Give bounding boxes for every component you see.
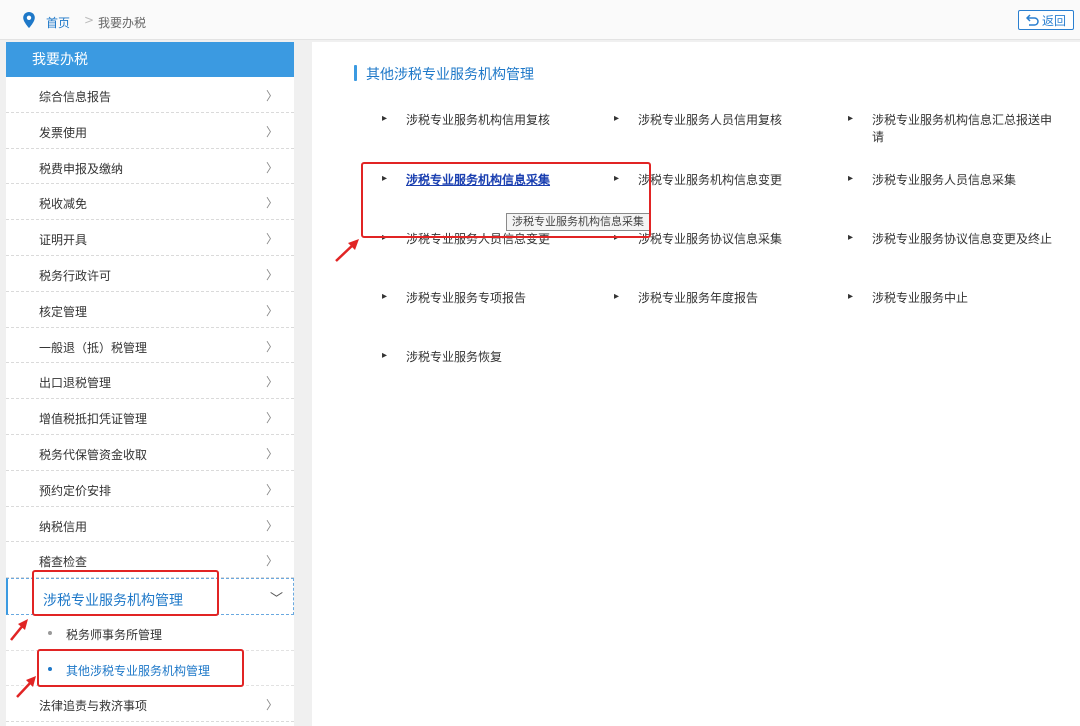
chevron-right-icon: 〉 xyxy=(265,160,278,175)
chevron-right-icon: 〉 xyxy=(265,339,278,354)
sidebar-item[interactable]: 综合信息报告 〉 xyxy=(6,77,294,113)
sidebar-item-label: 增值税抵扣凭证管理 xyxy=(39,412,148,427)
top-bar: 首页 > 我要办税 返回 xyxy=(0,0,1080,40)
chevron-right-icon: 〉 xyxy=(265,375,278,390)
back-button[interactable]: 返回 xyxy=(1018,10,1074,30)
sidebar-item-label: 法律追责与救济事项 xyxy=(39,699,148,714)
sidebar-subitem-label: 其他涉税专业服务机构管理 xyxy=(66,663,211,678)
main-content: 其他涉税专业服务机构管理 ▸ 涉税专业服务机构信用复核 ▸ 涉税专业服务人员信用复核… xyxy=(312,42,1080,726)
arrow-bullet-icon: ▸ xyxy=(614,291,620,302)
chevron-right-icon: 〉 xyxy=(265,446,278,461)
sidebar-item-label: 一般退（抵）税管理 xyxy=(39,340,148,355)
back-button-label: 返回 xyxy=(1041,13,1066,28)
service-link-label: 涉税专业服务专项报告 xyxy=(406,291,527,305)
sidebar-item[interactable]: 出口退税管理 〉 xyxy=(6,363,294,400)
service-link-label: 涉税专业服务机构信息采集 xyxy=(406,173,551,187)
sidebar-item[interactable]: 增值税抵扣凭证管理 〉 xyxy=(6,399,294,435)
sidebar-item[interactable]: 税费申报及缴纳 〉 xyxy=(6,149,294,185)
arrow-bullet-icon: ▸ xyxy=(848,291,854,302)
arrow-bullet-icon: ▸ xyxy=(382,113,388,124)
service-link-label: 涉税专业服务机构信用复核 xyxy=(406,113,551,127)
sidebar-header: 我要办税 xyxy=(6,42,294,77)
arrow-bullet-icon: ▸ xyxy=(382,232,388,243)
chevron-right-icon: 〉 xyxy=(265,303,278,318)
chevron-right-icon: 〉 xyxy=(265,124,278,139)
chevron-down-icon: ﹀ xyxy=(269,592,283,608)
sidebar-subitem-tax-firm-management[interactable]: 税务师事务所管理 xyxy=(6,615,294,651)
breadcrumb-home-link[interactable]: 首页 xyxy=(46,14,70,31)
chevron-right-icon: 〉 xyxy=(265,518,278,533)
arrow-bullet-icon: ▸ xyxy=(614,173,620,184)
sidebar-item[interactable]: 税务代保管资金收取 〉 xyxy=(6,435,294,471)
service-link-label: 涉税专业服务人员信息变更 xyxy=(406,232,551,246)
bullet-dot-icon xyxy=(48,666,52,671)
service-link-label: 涉税专业服务机构信息变更 xyxy=(638,173,783,187)
sidebar-item-label: 稽查检查 xyxy=(39,555,88,570)
sidebar-item[interactable]: 稽查检查 〉 xyxy=(6,542,294,579)
sidebar-item-label: 证明开具 xyxy=(39,233,88,248)
arrow-bullet-icon: ▸ xyxy=(382,173,388,184)
sidebar-item[interactable]: 发票使用 〉 xyxy=(6,113,294,149)
sidebar-item-label: 出口退税管理 xyxy=(39,376,112,391)
sidebar-item-label: 综合信息报告 xyxy=(39,90,112,104)
sidebar-item-label: 税费申报及缴纳 xyxy=(39,161,124,176)
sidebar-item[interactable]: 核定管理 〉 xyxy=(6,292,294,328)
arrow-bullet-icon: ▸ xyxy=(848,173,854,184)
service-link-label: 涉税专业服务人员信用复核 xyxy=(638,113,783,127)
arrow-bullet-icon: ▸ xyxy=(848,113,854,124)
service-link-label: 涉税专业服务协议信息变更及终止 xyxy=(872,232,1053,246)
service-link-label: 涉税专业服务机构信息汇总报送申请 xyxy=(872,113,1053,144)
sidebar-item-label: 税务代保管资金收取 xyxy=(39,447,148,462)
service-link-label: 涉税专业服务恢复 xyxy=(406,350,503,364)
chevron-right-icon: 〉 xyxy=(265,196,278,211)
arrow-bullet-icon: ▸ xyxy=(614,113,620,124)
service-link-label: 涉税专业服务协议信息采集 xyxy=(638,232,783,246)
service-link-label: 涉税专业服务人员信息采集 xyxy=(872,173,1017,187)
bullet-dot-icon xyxy=(48,631,52,636)
sidebar-subitem-other-org-management[interactable]: 其他涉税专业服务机构管理 xyxy=(6,651,294,687)
sidebar-item[interactable]: 证明开具 〉 xyxy=(6,220,294,256)
chevron-right-icon: 〉 xyxy=(265,554,278,569)
service-link-label: 涉税专业服务年度报告 xyxy=(638,291,759,305)
sidebar: 我要办税 综合信息报告〉 发票使用〉 税费申报及缴纳〉 税收减免〉 证明开具〉 … xyxy=(6,42,294,726)
return-arrow-icon xyxy=(1025,14,1039,26)
chevron-right-icon: 〉 xyxy=(265,232,278,247)
breadcrumb-separator: > xyxy=(84,13,95,27)
arrow-bullet-icon: ▸ xyxy=(848,232,854,243)
sidebar-item-label: 纳税信用 xyxy=(39,519,88,534)
section-title: 其他涉税专业服务机构管理 xyxy=(354,64,534,84)
arrow-bullet-icon: ▸ xyxy=(382,350,388,361)
sidebar-item-label: 发票使用 xyxy=(39,125,88,140)
link-tooltip: 涉税专业服务机构信息采集 xyxy=(506,213,650,231)
sidebar-subitem-label: 税务师事务所管理 xyxy=(66,628,163,643)
chevron-right-icon: 〉 xyxy=(265,89,278,103)
sidebar-item-tax-service-org-management[interactable]: 涉税专业服务机构管理 ﹀ xyxy=(6,578,294,616)
sidebar-item[interactable]: 预约定价安排 〉 xyxy=(6,471,294,507)
chevron-right-icon: 〉 xyxy=(265,482,278,497)
chevron-right-icon: 〉 xyxy=(265,411,278,426)
sidebar-item-label: 预约定价安排 xyxy=(39,483,112,498)
sidebar-item[interactable]: 纳税信用 〉 xyxy=(6,507,294,543)
sidebar-item-label: 核定管理 xyxy=(39,304,88,319)
arrow-bullet-icon: ▸ xyxy=(614,232,620,243)
service-link-label: 涉税专业服务中止 xyxy=(872,291,969,305)
breadcrumb-current: 我要办税 xyxy=(98,16,147,30)
sidebar-item[interactable]: 法律追责与救济事项 〉 xyxy=(6,686,294,722)
location-pin-icon xyxy=(23,12,35,28)
sidebar-item-label: 税务行政许可 xyxy=(39,268,112,283)
sidebar-item[interactable]: 一般退（抵）税管理 〉 xyxy=(6,328,294,364)
arrow-bullet-icon: ▸ xyxy=(382,291,388,302)
sidebar-item[interactable]: 税收减免 〉 xyxy=(6,184,294,221)
chevron-right-icon: 〉 xyxy=(265,698,278,713)
sidebar-item[interactable]: 税务行政许可 〉 xyxy=(6,256,294,292)
sidebar-item-label: 涉税专业服务机构管理 xyxy=(43,593,183,610)
chevron-right-icon: 〉 xyxy=(265,267,278,282)
sidebar-item-label: 税收减免 xyxy=(39,197,88,212)
